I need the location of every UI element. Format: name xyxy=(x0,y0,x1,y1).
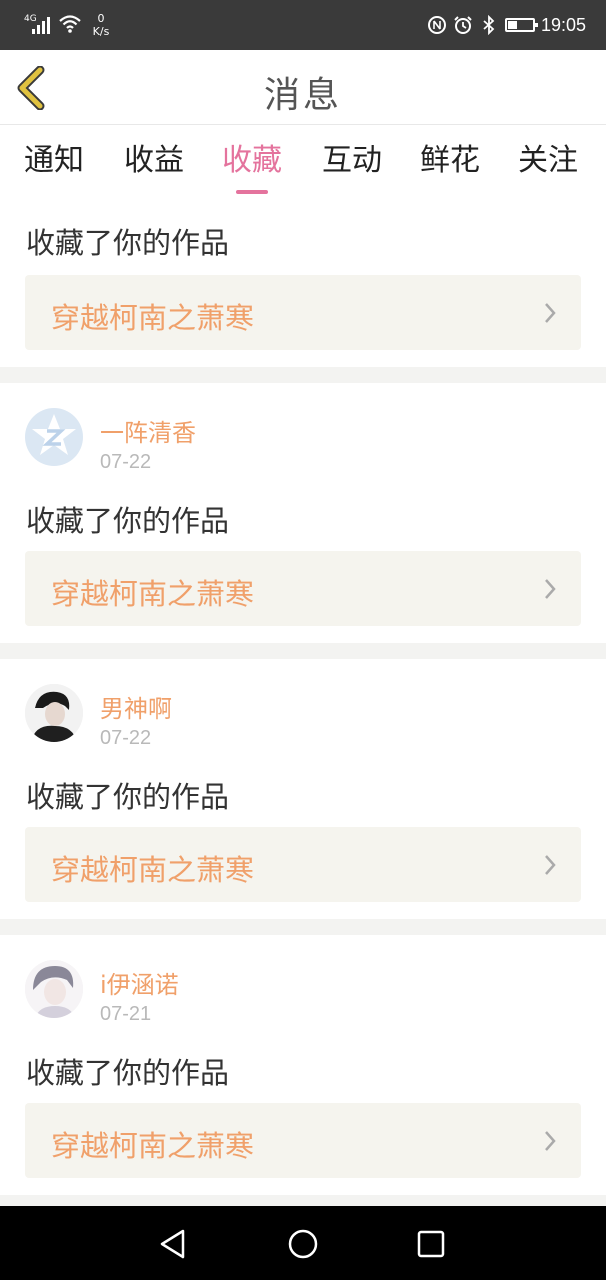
tab-favorites-label: 收藏 xyxy=(222,143,282,178)
divider xyxy=(0,919,606,935)
action-text: 收藏了你的作品 xyxy=(26,780,230,814)
network-speed: 0 K/s xyxy=(88,12,114,38)
list-item: 男神啊 07-22 收藏了你的作品 穿越柯南之萧寒 xyxy=(0,659,606,919)
work-title: 穿越柯南之萧寒 xyxy=(51,853,255,887)
date: 07-21 xyxy=(100,1003,152,1025)
username[interactable]: i伊涵诺 xyxy=(100,965,179,1000)
net-speed-value: 0 xyxy=(97,12,105,25)
tab-bar: 通知 收益 收藏 互动 鲜花 关注 xyxy=(0,125,606,197)
list-item: i伊涵诺 07-21 收藏了你的作品 穿越柯南之萧寒 xyxy=(0,935,606,1195)
date: 07-22 xyxy=(100,727,152,749)
user-photo-icon xyxy=(25,960,83,1018)
bluetooth-icon xyxy=(483,15,495,35)
list-item: 收藏了你的作品 穿越柯南之萧寒 xyxy=(0,197,606,367)
alarm-icon xyxy=(454,16,472,34)
action-text: 收藏了你的作品 xyxy=(26,226,230,260)
work-title: 穿越柯南之萧寒 xyxy=(51,301,255,335)
tab-interactions[interactable]: 互动 xyxy=(322,135,382,179)
tab-notifications[interactable]: 通知 xyxy=(24,135,84,179)
chevron-right-icon xyxy=(545,579,556,599)
work-link[interactable]: 穿越柯南之萧寒 xyxy=(25,1103,581,1178)
recents-square-icon[interactable] xyxy=(413,1226,449,1262)
net-speed-unit: K/s xyxy=(92,25,110,38)
tab-favorites[interactable]: 收藏 xyxy=(222,135,282,194)
chevron-right-icon xyxy=(545,1131,556,1151)
page-title: 消息 xyxy=(263,75,342,116)
system-nav-bar xyxy=(0,1206,606,1280)
tab-flowers[interactable]: 鲜花 xyxy=(420,135,480,179)
list-item: 一阵清香 07-22 收藏了你的作品 穿越柯南之萧寒 xyxy=(0,383,606,643)
wifi-icon xyxy=(59,15,81,33)
divider xyxy=(0,1195,606,1206)
avatar[interactable] xyxy=(25,684,83,742)
divider xyxy=(0,367,606,383)
status-bar: 4G 0 K/s 19:05 xyxy=(0,0,606,50)
default-avatar-icon xyxy=(32,414,76,455)
header-bar: 消息 xyxy=(0,50,606,125)
active-tab-indicator xyxy=(236,190,268,194)
work-title: 穿越柯南之萧寒 xyxy=(51,1129,255,1163)
user-photo-icon xyxy=(25,684,83,742)
avatar[interactable] xyxy=(25,408,83,466)
username[interactable]: 男神啊 xyxy=(100,689,172,724)
battery-icon xyxy=(504,18,538,32)
back-triangle-icon[interactable] xyxy=(155,1226,191,1262)
action-text: 收藏了你的作品 xyxy=(26,504,230,538)
work-link[interactable]: 穿越柯南之萧寒 xyxy=(25,827,581,902)
home-circle-icon[interactable] xyxy=(285,1226,321,1262)
date: 07-22 xyxy=(100,451,152,473)
nfc-icon xyxy=(427,16,446,34)
action-text: 收藏了你的作品 xyxy=(26,1056,230,1090)
username[interactable]: 一阵清香 xyxy=(100,413,196,448)
chevron-right-icon xyxy=(545,303,556,323)
chevron-right-icon xyxy=(545,855,556,875)
tab-earnings[interactable]: 收益 xyxy=(124,135,184,179)
work-link[interactable]: 穿越柯南之萧寒 xyxy=(25,275,581,350)
avatar[interactable] xyxy=(25,960,83,1018)
divider xyxy=(0,643,606,659)
work-link[interactable]: 穿越柯南之萧寒 xyxy=(25,551,581,626)
tab-following[interactable]: 关注 xyxy=(518,135,578,179)
clock: 19:05 xyxy=(540,14,586,35)
signal-icon: 4G xyxy=(24,12,52,36)
work-title: 穿越柯南之萧寒 xyxy=(51,577,255,611)
